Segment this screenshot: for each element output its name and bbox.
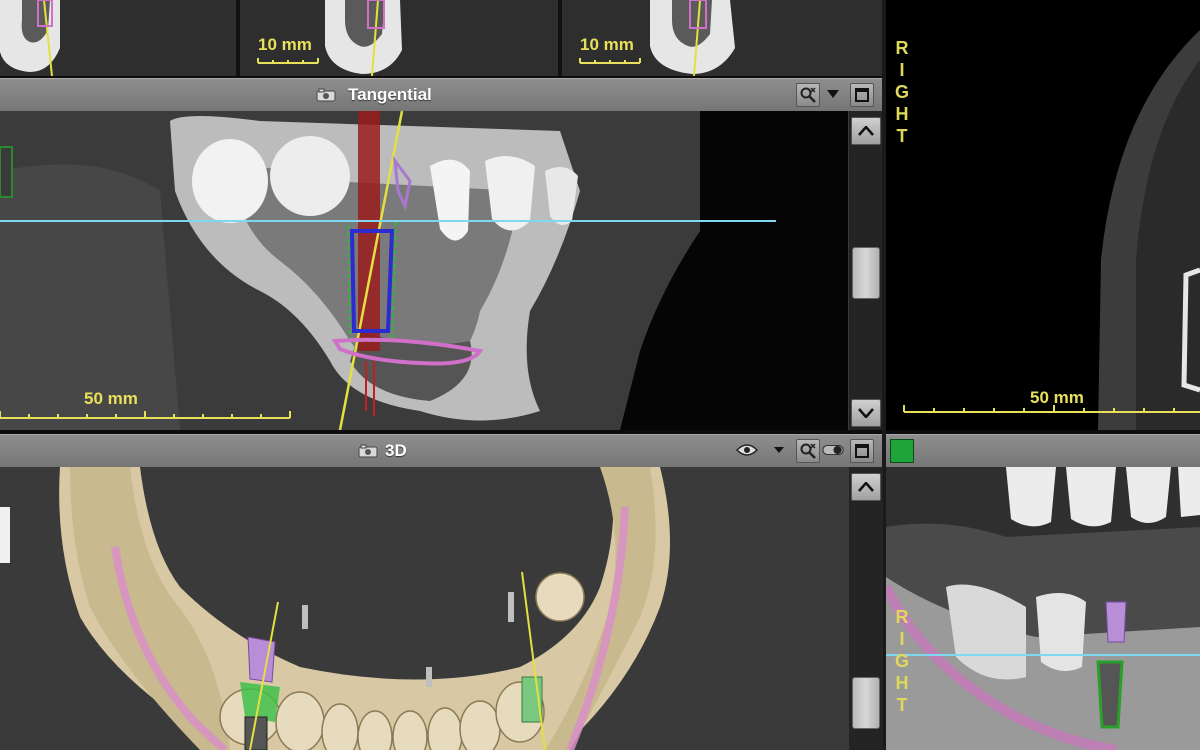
axial-view[interactable]: RIGHT 50 mm: [886, 0, 1200, 430]
view3d-viewport[interactable]: [0, 467, 848, 750]
tangential-title-bar[interactable]: Tangential: [0, 78, 882, 112]
tangential-view[interactable]: 50 mm: [0, 111, 848, 430]
zoom-tool-button[interactable]: [796, 83, 820, 107]
zoom-tool-icon: [800, 87, 816, 103]
scroll-thumb[interactable]: [852, 247, 880, 299]
scroll-up-icon: [858, 126, 874, 136]
maximize-icon: [855, 88, 869, 102]
axial-scale-label: 50 mm: [1030, 388, 1084, 407]
cross-section-images: [0, 0, 882, 76]
panorama-orientation-label: RIGHT: [892, 607, 912, 717]
view-options-dropdown[interactable]: [822, 83, 844, 105]
tangential-title: Tangential: [348, 85, 432, 104]
panorama-ct-image: [886, 467, 1200, 750]
dropdown-arrow-icon: [827, 90, 839, 98]
view3d-render: [0, 467, 848, 750]
zoom-tool-button[interactable]: [796, 439, 820, 463]
panorama-view[interactable]: RIGHT: [886, 467, 1200, 750]
toggle-icon: [822, 444, 844, 456]
visibility-dropdown[interactable]: [768, 439, 790, 461]
dropdown-arrow-icon: [774, 447, 784, 453]
scroll-down-icon: [858, 408, 874, 418]
scroll-up-button[interactable]: [851, 117, 881, 145]
maximize-button[interactable]: [850, 439, 874, 463]
view3d-scrollbar[interactable]: [848, 467, 883, 750]
maximize-icon: [855, 444, 869, 458]
axial-ct-image: [886, 0, 1200, 430]
cross-section-strip[interactable]: 10 mm 10 mm: [0, 0, 882, 76]
tangential-scale-label: 50 mm: [84, 389, 138, 408]
view3d-title: 3D: [385, 441, 407, 460]
view3d-title-bar[interactable]: 3D: [0, 434, 882, 468]
eye-icon: [736, 444, 758, 456]
panorama-title-bar[interactable]: [886, 434, 1200, 468]
zoom-tool-icon: [800, 443, 816, 459]
tangential-scrollbar[interactable]: [848, 111, 883, 430]
status-indicator[interactable]: [890, 439, 914, 463]
maximize-button[interactable]: [850, 83, 874, 107]
orientation-text: RIGHT: [892, 38, 912, 148]
scroll-thumb[interactable]: [852, 677, 880, 729]
toggle-button[interactable]: [822, 439, 844, 461]
camera-icon[interactable]: [358, 444, 378, 458]
orientation-text: RIGHT: [892, 607, 912, 717]
slice-scale-label-2: 10 mm: [580, 35, 634, 54]
camera-icon[interactable]: [316, 88, 336, 102]
slice-scale-label-1: 10 mm: [258, 35, 312, 54]
tangential-ct-image: [0, 111, 848, 430]
visibility-button[interactable]: [736, 439, 758, 461]
scroll-up-icon: [858, 482, 874, 492]
scroll-down-button[interactable]: [851, 399, 881, 427]
scroll-up-button[interactable]: [851, 473, 881, 501]
axial-orientation-label: RIGHT: [892, 38, 912, 148]
